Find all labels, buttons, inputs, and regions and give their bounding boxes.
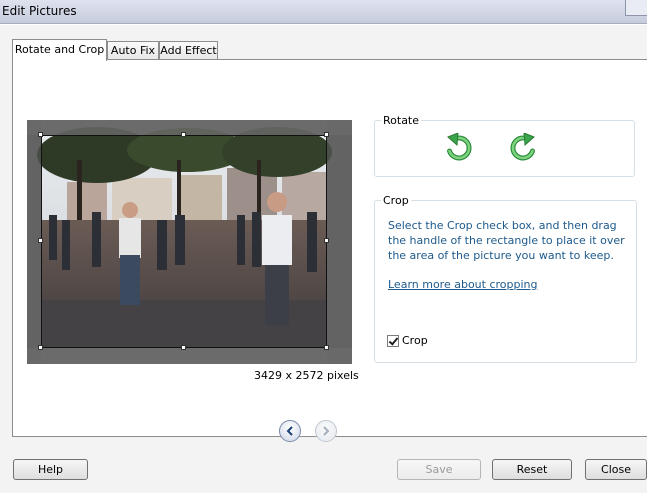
- next-picture-button[interactable]: [315, 420, 337, 442]
- crop-group-label: Crop: [381, 194, 411, 207]
- crop-handle-bottom[interactable]: [181, 345, 186, 350]
- tab-add-effect[interactable]: Add Effect: [159, 41, 218, 60]
- crop-handle-top[interactable]: [181, 132, 186, 137]
- tab-auto-fix[interactable]: Auto Fix: [107, 41, 159, 60]
- close-button[interactable]: Close: [585, 459, 647, 480]
- rotate-group-label: Rotate: [381, 114, 422, 127]
- crop-handle-top-right[interactable]: [324, 132, 329, 137]
- crop-handle-left[interactable]: [38, 238, 43, 243]
- tab-panel: 3429 x 2572 pixels Rotate Crop Select th…: [12, 59, 647, 437]
- crop-group: Crop Select the Crop check box, and then…: [374, 194, 637, 363]
- learn-more-cropping-link[interactable]: Learn more about cropping: [388, 278, 538, 291]
- rotate-group: Rotate: [374, 114, 635, 177]
- crop-help-text: Select the Crop check box, and then drag…: [388, 219, 625, 262]
- dialog-client-area: Rotate and Crop Auto Fix Add Effect 3429…: [0, 24, 647, 493]
- rotate-left-icon: [447, 132, 472, 161]
- save-button[interactable]: Save: [397, 459, 481, 480]
- crop-handle-right[interactable]: [324, 238, 329, 243]
- rotate-left-button[interactable]: [444, 132, 474, 163]
- crop-checkbox[interactable]: [387, 334, 399, 347]
- window-title: Edit Pictures: [2, 4, 77, 18]
- title-bar[interactable]: Edit Pictures: [0, 0, 647, 24]
- crop-checkbox-label: Crop: [402, 334, 428, 347]
- tab-rotate-and-crop[interactable]: Rotate and Crop: [12, 39, 107, 61]
- picture-preview: [27, 120, 352, 364]
- chevron-right-icon: [323, 426, 330, 436]
- rotate-right-button[interactable]: [508, 132, 538, 163]
- window-close-button[interactable]: [625, 0, 647, 16]
- crop-handle-bottom-left[interactable]: [38, 345, 43, 350]
- reset-button[interactable]: Reset: [492, 459, 572, 480]
- help-button[interactable]: Help: [13, 459, 88, 480]
- picture-dimensions: 3429 x 2572 pixels: [254, 369, 359, 382]
- rotate-right-icon: [510, 132, 535, 161]
- crop-handle-bottom-right[interactable]: [324, 345, 329, 350]
- chevron-left-icon: [286, 426, 293, 436]
- crop-checkbox-row[interactable]: Crop: [387, 334, 428, 347]
- crop-handle-top-left[interactable]: [38, 132, 43, 137]
- previous-picture-button[interactable]: [279, 420, 301, 442]
- edit-pictures-window: Edit Pictures Rotate and Crop Auto Fix A…: [0, 0, 647, 493]
- crop-rectangle[interactable]: [41, 135, 327, 348]
